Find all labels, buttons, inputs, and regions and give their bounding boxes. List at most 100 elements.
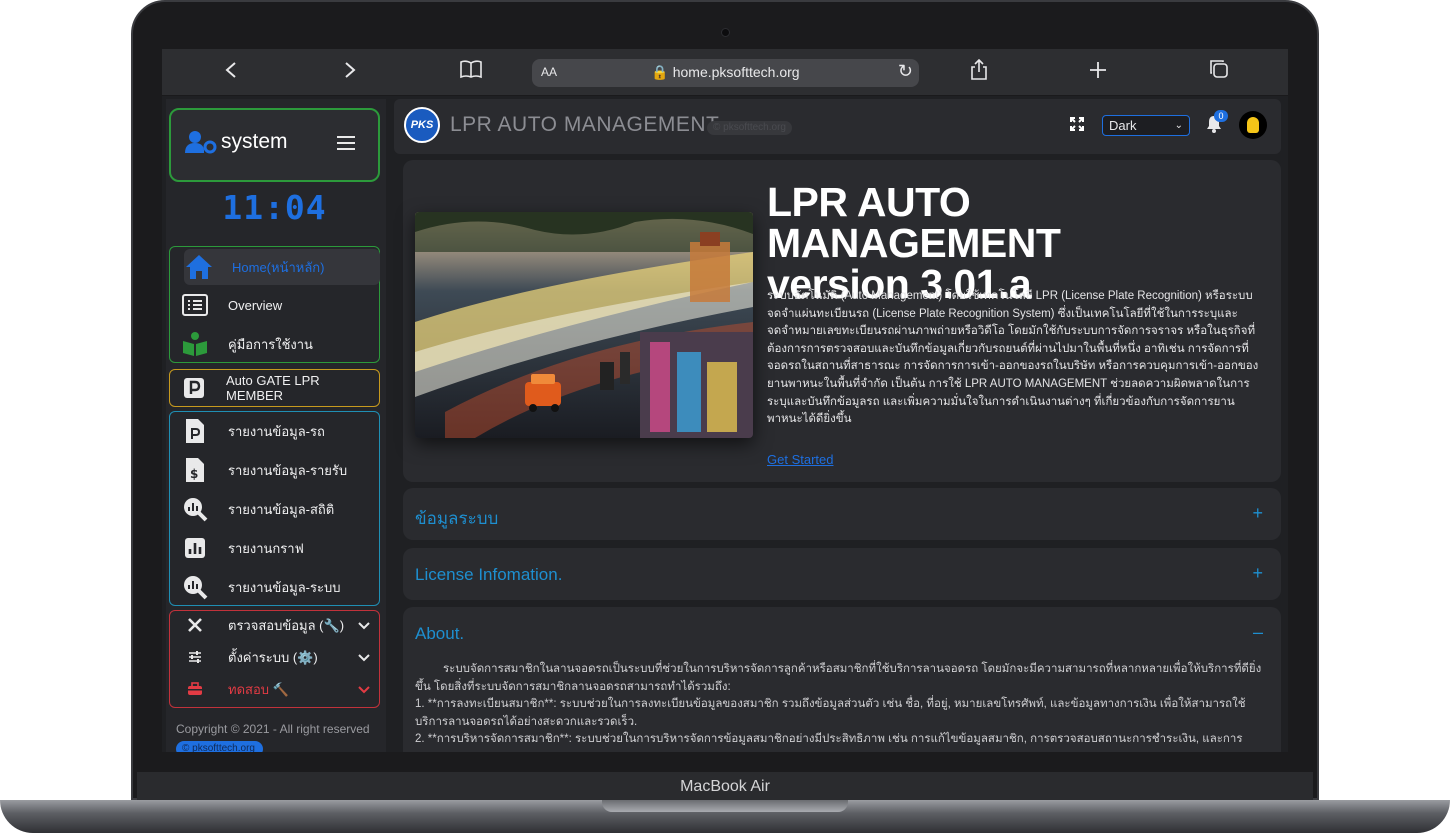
- url-text: home.pksofttech.org: [672, 64, 800, 80]
- expand-icon[interactable]: +: [1252, 563, 1263, 584]
- parking-file-icon: [180, 418, 210, 444]
- accordion-title: About.: [415, 624, 465, 643]
- lock-icon: 🔒: [651, 64, 669, 80]
- back-icon[interactable]: [216, 59, 246, 85]
- sidebar-item-test[interactable]: ทดสอบ 🔨: [180, 673, 370, 705]
- nav-group-settings: ตรวจสอบข้อมูล (🔧) ตั้งค่าระบบ (⚙️) ทดสอบ…: [169, 610, 380, 708]
- home-icon: [184, 254, 214, 280]
- hero-image: [415, 212, 753, 438]
- device-label: MacBook Air: [680, 778, 770, 795]
- reload-icon[interactable]: ↻: [898, 61, 913, 82]
- sidebar-item-label: ตั้งค่าระบบ (⚙️): [228, 649, 318, 665]
- sidebar: system 11:04 Home(หน้าหลัก) Overview คู่…: [166, 99, 386, 752]
- fullscreen-icon[interactable]: [1070, 117, 1084, 131]
- toolbox-icon: [180, 676, 210, 702]
- sidebar-item-report-stats[interactable]: รายงานข้อมูล-สถิติ: [180, 491, 370, 527]
- nav-group-gate: Auto GATE LPR MEMBER: [169, 369, 380, 407]
- app-subtitle: pksofttech.org: [723, 122, 786, 133]
- svg-text:$: $: [190, 467, 198, 481]
- copyright-badge[interactable]: © pksofttech.org: [176, 741, 263, 752]
- manual-icon: [180, 331, 210, 357]
- about-paragraph: 2. **การบริหารจัดการสมาชิก**: ระบบช่วยใน…: [415, 733, 1243, 745]
- chevron-down-icon[interactable]: [358, 649, 370, 665]
- sidebar-item-auto-gate[interactable]: Auto GATE LPR MEMBER: [180, 370, 370, 406]
- webcam: [721, 28, 730, 37]
- parking-icon: [180, 375, 208, 401]
- nav-group-main: Home(หน้าหลัก) Overview คู่มือการใช้งาน: [169, 246, 380, 363]
- bookmarks-icon[interactable]: [456, 59, 486, 85]
- new-tab-icon[interactable]: [1083, 59, 1113, 85]
- invoice-icon: $: [180, 457, 210, 483]
- sidebar-item-label: ทดสอบ 🔨: [228, 681, 289, 697]
- about-content: ระบบจัดการสมาชิกในลานจอดรถเป็นระบบที่ช่ว…: [415, 661, 1265, 749]
- app-title: LPR AUTO MANAGEMENT: [450, 113, 720, 136]
- sidebar-item-manual[interactable]: คู่มือการใช้งาน: [180, 326, 370, 362]
- copyright-circle-icon: ©: [713, 122, 721, 133]
- pks-logo[interactable]: PKS: [404, 107, 440, 143]
- user-gear-icon: [185, 131, 217, 154]
- hero-section: LPR AUTO MANAGEMENT version 3.01.a ระบบอ…: [403, 160, 1281, 482]
- sidebar-item-report-system[interactable]: รายงานข้อมูล-ระบบ: [180, 569, 370, 605]
- menu-toggle-icon[interactable]: [337, 136, 355, 154]
- sidebar-item-label: คู่มือการใช้งาน: [228, 336, 313, 352]
- sliders-icon: [180, 644, 210, 670]
- search-chart-icon: [180, 574, 210, 600]
- tools-icon: [180, 612, 210, 638]
- accordion-title: ข้อมูลระบบ: [415, 509, 499, 528]
- list-icon: [180, 292, 210, 318]
- sidebar-item-home[interactable]: Home(หน้าหลัก): [184, 249, 380, 285]
- laptop-notch: [602, 800, 848, 812]
- hero-title-line1: LPR AUTO MANAGEMENT: [767, 179, 1061, 266]
- address-bar[interactable]: AA 🔒 home.pksofttech.org ↻: [532, 59, 919, 87]
- about-paragraph: ระบบจัดการสมาชิกในลานจอดรถเป็นระบบที่ช่ว…: [415, 663, 1262, 693]
- about-paragraph: 1. **การลงทะเบียนสมาชิก**: ระบบช่วยในการ…: [415, 698, 1246, 728]
- sidebar-item-label: รายงานกราฟ: [228, 540, 304, 556]
- hero-title: LPR AUTO MANAGEMENT version 3.01.a: [767, 182, 1267, 305]
- copyright-circle-icon: ©: [182, 743, 190, 752]
- chevron-down-icon: ⌄: [1174, 120, 1183, 131]
- sidebar-item-check-data[interactable]: ตรวจสอบข้อมูล (🔧): [180, 609, 370, 641]
- sidebar-item-label: Home(หน้าหลัก): [232, 259, 325, 275]
- app-subtitle-badge: © pksofttech.org: [707, 121, 792, 135]
- hero-description: ระบบอัตโนมัติ (Auto Management) โดยใช้เท…: [767, 290, 1259, 426]
- sidebar-item-label: รายงานข้อมูล-ระบบ: [228, 579, 341, 595]
- sidebar-item-label: รายงานข้อมูล-รถ: [228, 423, 325, 439]
- sidebar-item-report-income[interactable]: $ รายงานข้อมูล-รายรับ: [180, 452, 370, 488]
- tabs-icon[interactable]: [1204, 59, 1234, 85]
- sidebar-item-report-car[interactable]: รายงานข้อมูล-รถ: [180, 413, 370, 449]
- sidebar-item-label: ตรวจสอบข้อมูล (🔧): [228, 617, 345, 633]
- web-page: system 11:04 Home(หน้าหลัก) Overview คู่…: [162, 96, 1288, 752]
- accordion-about[interactable]: About. – ระบบจัดการสมาชิกในลานจอดรถเป็นร…: [403, 607, 1281, 752]
- browser-toolbar: AA 🔒 home.pksofttech.org ↻: [162, 49, 1288, 96]
- sidebar-logo-box: system: [169, 108, 380, 182]
- chevron-down-icon[interactable]: [358, 681, 370, 697]
- accordion-system-info[interactable]: ข้อมูลระบบ +: [403, 488, 1281, 540]
- clock: 11:04: [222, 188, 327, 227]
- collapse-icon[interactable]: –: [1253, 622, 1263, 643]
- notification-badge: 0: [1214, 110, 1228, 122]
- share-icon[interactable]: [964, 58, 994, 87]
- sidebar-item-overview[interactable]: Overview: [180, 287, 370, 323]
- top-bar: PKS LPR AUTO MANAGEMENT © pksofttech.org…: [394, 99, 1281, 154]
- logo-text: system: [221, 130, 288, 153]
- theme-select[interactable]: Dark ⌄: [1102, 115, 1190, 136]
- search-chart-icon: [180, 496, 210, 522]
- screen: AA 🔒 home.pksofttech.org ↻ system 11:04 …: [162, 49, 1288, 752]
- sidebar-item-label: Overview: [228, 297, 283, 313]
- sidebar-item-label: Auto GATE LPR MEMBER: [225, 373, 320, 403]
- url-display[interactable]: 🔒 home.pksofttech.org: [532, 64, 919, 81]
- chevron-down-icon[interactable]: [358, 617, 370, 633]
- lightbulb-icon[interactable]: [1239, 111, 1267, 139]
- sidebar-item-label: รายงานข้อมูล-สถิติ: [228, 501, 335, 517]
- sidebar-item-label: รายงานข้อมูล-รายรับ: [228, 462, 348, 478]
- copyright-badge-label: pksofttech.org: [192, 743, 255, 752]
- sidebar-item-report-graph[interactable]: รายงานกราฟ: [180, 530, 370, 566]
- sidebar-item-settings[interactable]: ตั้งค่าระบบ (⚙️): [180, 641, 370, 673]
- bar-chart-icon: [180, 535, 210, 561]
- expand-icon[interactable]: +: [1252, 503, 1263, 524]
- accordion-license-info[interactable]: License Infomation. +: [403, 548, 1281, 600]
- get-started-link[interactable]: Get Started: [767, 452, 833, 467]
- accordion-title: License Infomation.: [415, 565, 563, 584]
- forward-icon[interactable]: [335, 59, 365, 85]
- nav-group-reports: รายงานข้อมูล-รถ $ รายงานข้อมูล-รายรับ รา…: [169, 411, 380, 606]
